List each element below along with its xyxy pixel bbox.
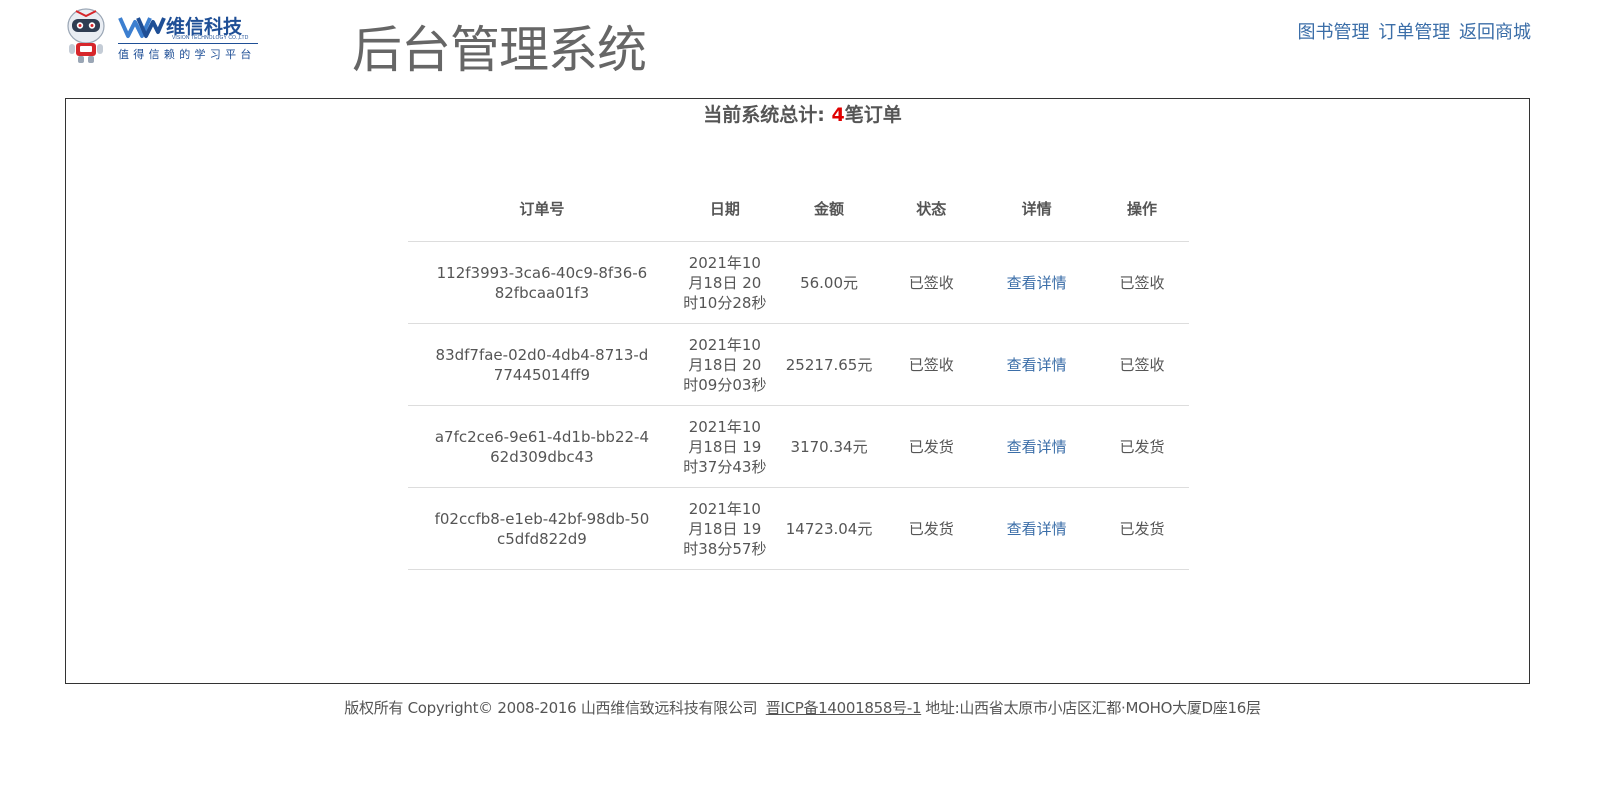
- order-id: 83df7fae-02d0-4db4-8713-d77445014ff9: [435, 345, 649, 384]
- footer-copyright: 版权所有 Copyright© 2008-2016 山西维信致远科技有限公司: [344, 699, 762, 717]
- column-header-amount: 金额: [773, 176, 885, 242]
- column-header-status: 状态: [884, 176, 979, 242]
- detail-cell: 查看详情: [978, 323, 1095, 406]
- summary-prefix: 当前系统总计:: [703, 104, 832, 126]
- view-details-link[interactable]: 查看详情: [1007, 520, 1067, 538]
- view-details-link[interactable]: 查看详情: [1007, 438, 1067, 456]
- order-status: 已发货: [884, 405, 979, 488]
- brand-divider: [118, 43, 258, 44]
- order-operation: 已签收: [1094, 323, 1189, 406]
- table-row: 112f3993-3ca6-40c9-8f36-682fbcaa01f3 202…: [408, 241, 1189, 324]
- column-header-operation: 操作: [1094, 176, 1189, 242]
- table-header-row: 订单号 日期 金额 状态 详情 操作: [408, 176, 1189, 242]
- order-amount: 3170.34元: [773, 405, 885, 488]
- summary-suffix: 笔订单: [844, 104, 902, 126]
- order-date: 2021年10月18日 20时09分03秒: [683, 335, 767, 394]
- detail-cell: 查看详情: [978, 405, 1095, 488]
- order-count: 4: [831, 104, 845, 126]
- order-id: a7fc2ce6-9e61-4d1b-bb22-462d309dbc43: [434, 427, 649, 466]
- order-amount: 25217.65元: [773, 323, 885, 406]
- page-title: 后台管理系统: [352, 21, 647, 79]
- view-details-link[interactable]: 查看详情: [1007, 356, 1067, 374]
- vw-logo-mark-icon: [118, 17, 166, 38]
- order-date: 2021年10月18日 19时38分57秒: [683, 499, 767, 558]
- order-date: 2021年10月18日 20时10分28秒: [683, 253, 767, 312]
- brand-english-name: VISION TECHNOLOGY CO.,LTD: [172, 35, 249, 41]
- table-row: a7fc2ce6-9e61-4d1b-bb22-462d309dbc43 202…: [408, 405, 1189, 488]
- brand-slogan: 值得信赖的学习平台: [118, 48, 256, 61]
- orders-table: 订单号 日期 金额 状态 详情 操作 112f3993-3ca6-40c9-8f…: [408, 176, 1189, 570]
- order-amount: 56.00元: [773, 241, 885, 324]
- column-header-order-id: 订单号: [408, 176, 676, 242]
- icp-license-link[interactable]: 晋ICP备14001858号-1: [766, 699, 922, 717]
- column-header-date: 日期: [675, 176, 774, 242]
- order-id-cell: f02ccfb8-e1eb-42bf-98db-50c5dfd822d9: [408, 487, 676, 570]
- order-operation: 已签收: [1094, 241, 1189, 324]
- column-header-detail: 详情: [978, 176, 1095, 242]
- order-status: 已签收: [884, 323, 979, 406]
- date-cell: 2021年10月18日 19时37分43秒: [675, 405, 774, 488]
- order-date: 2021年10月18日 19时37分43秒: [683, 417, 767, 476]
- detail-cell: 查看详情: [978, 487, 1095, 570]
- robot-mascot-icon: [67, 8, 105, 63]
- nav-book-management[interactable]: 图书管理: [1298, 22, 1370, 43]
- page-footer: 版权所有 Copyright© 2008-2016 山西维信致远科技有限公司 晋…: [0, 697, 1605, 718]
- order-summary: 当前系统总计: 4笔订单: [0, 100, 1605, 127]
- order-id-cell: a7fc2ce6-9e61-4d1b-bb22-462d309dbc43: [408, 405, 676, 488]
- footer-address: 地址:山西省太原市小店区汇都·MOHO大厦D座16层: [925, 699, 1261, 717]
- nav-back-to-store[interactable]: 返回商城: [1459, 22, 1531, 43]
- page: 维信科技 VISION TECHNOLOGY CO.,LTD 值得信赖的学习平台…: [0, 0, 1605, 788]
- order-operation: 已发货: [1094, 405, 1189, 488]
- order-id-cell: 83df7fae-02d0-4db4-8713-d77445014ff9: [408, 323, 676, 406]
- nav-order-management[interactable]: 订单管理: [1378, 22, 1450, 43]
- date-cell: 2021年10月18日 20时10分28秒: [675, 241, 774, 324]
- order-id-cell: 112f3993-3ca6-40c9-8f36-682fbcaa01f3: [408, 241, 676, 324]
- detail-cell: 查看详情: [978, 241, 1095, 324]
- view-details-link[interactable]: 查看详情: [1007, 274, 1067, 292]
- order-status: 已签收: [884, 241, 979, 324]
- date-cell: 2021年10月18日 19时38分57秒: [675, 487, 774, 570]
- table-row: 83df7fae-02d0-4db4-8713-d77445014ff9 202…: [408, 323, 1189, 406]
- table-row: f02ccfb8-e1eb-42bf-98db-50c5dfd822d9 202…: [408, 487, 1189, 570]
- order-amount: 14723.04元: [773, 487, 885, 570]
- order-id: 112f3993-3ca6-40c9-8f36-682fbcaa01f3: [436, 263, 648, 302]
- order-id: f02ccfb8-e1eb-42bf-98db-50c5dfd822d9: [434, 509, 650, 548]
- top-nav: 图书管理 订单管理 返回商城: [1295, 18, 1531, 44]
- order-status: 已发货: [884, 487, 979, 570]
- site-logo[interactable]: 维信科技 VISION TECHNOLOGY CO.,LTD 值得信赖的学习平台: [64, 6, 264, 64]
- order-operation: 已发货: [1094, 487, 1189, 570]
- date-cell: 2021年10月18日 20时09分03秒: [675, 323, 774, 406]
